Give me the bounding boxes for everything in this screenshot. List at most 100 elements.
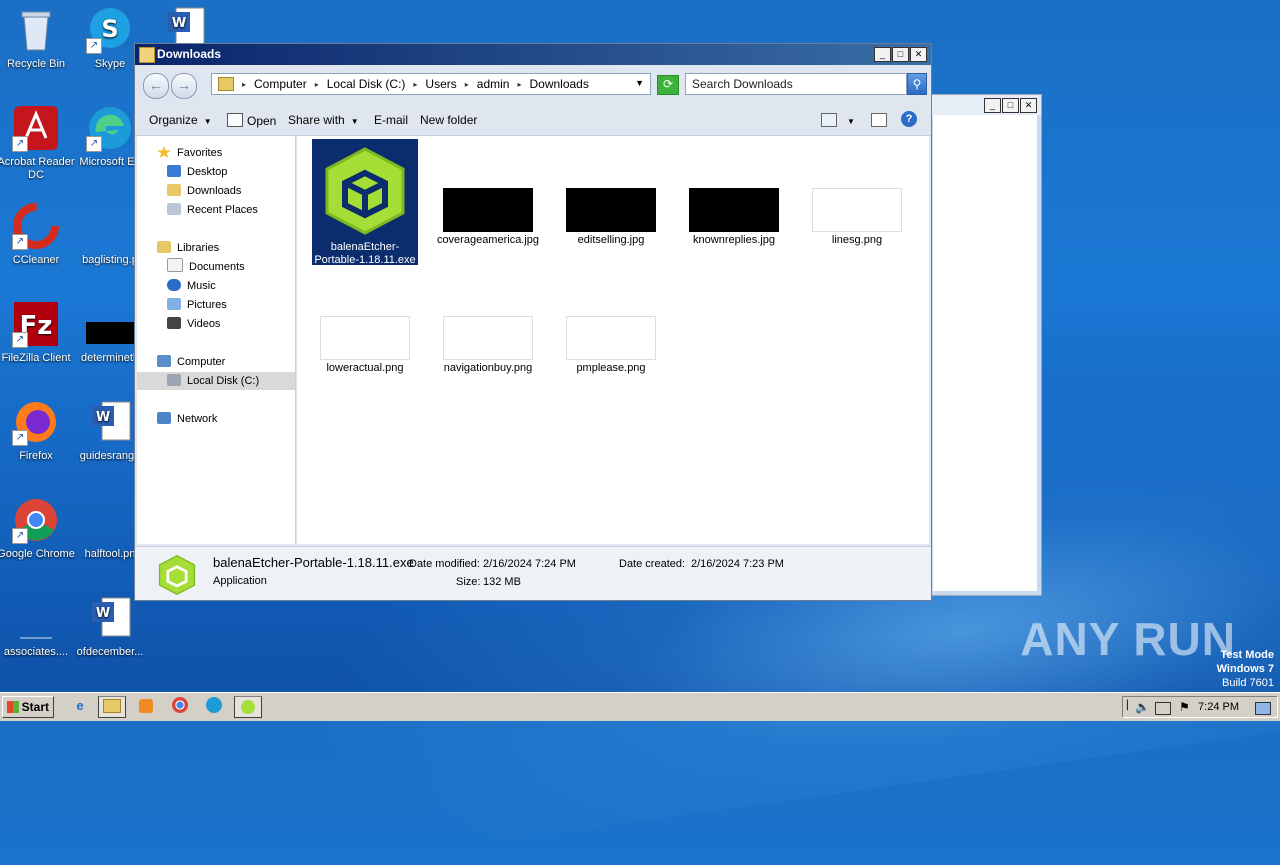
breadcrumb-downloads[interactable]: Downloads bbox=[529, 77, 588, 91]
start-button[interactable]: Start bbox=[2, 696, 54, 718]
nav-label: Videos bbox=[187, 318, 221, 330]
desktop-icon-file[interactable]: associates.... bbox=[0, 594, 76, 659]
file-item[interactable]: editselling.jpg bbox=[558, 188, 664, 247]
organize-label: Organize bbox=[149, 113, 198, 127]
file-item[interactable]: loweractual.png bbox=[312, 316, 418, 375]
file-item[interactable]: linesg.png bbox=[804, 188, 910, 247]
preview-pane-icon[interactable] bbox=[871, 113, 887, 127]
minimize-button[interactable]: _ bbox=[984, 98, 1001, 113]
close-button[interactable]: ✕ bbox=[910, 47, 927, 62]
nav-label: Computer bbox=[177, 356, 226, 368]
email-button[interactable]: E-mail bbox=[374, 113, 408, 127]
breadcrumb-local-disk[interactable]: Local Disk (C:) bbox=[327, 77, 406, 91]
play-icon bbox=[139, 699, 153, 713]
open-label: Open bbox=[247, 114, 277, 128]
desktop-icon-label: ofdecember... bbox=[76, 646, 144, 658]
media-player-icon[interactable] bbox=[132, 696, 160, 718]
file-list: balenaEtcher-Portable-1.18.11.exe covera… bbox=[297, 136, 929, 544]
nav-libraries[interactable]: Libraries bbox=[157, 239, 315, 257]
image-thumbnail bbox=[689, 188, 779, 232]
details-date-created: 2/16/2024 7:23 PM bbox=[691, 558, 784, 570]
maximize-button[interactable]: □ bbox=[892, 47, 909, 62]
file-item[interactable]: balenaEtcher-Portable-1.18.11.exe bbox=[312, 139, 418, 266]
view-options-button[interactable]: ▼ bbox=[847, 113, 855, 127]
chevron-right-icon: ▸ bbox=[517, 79, 522, 89]
chevron-down-icon: ▼ bbox=[847, 117, 855, 126]
email-label: E-mail bbox=[374, 113, 409, 127]
expand-tray-icon[interactable]: ▏ bbox=[1127, 700, 1134, 711]
breadcrumb-admin[interactable]: admin bbox=[477, 77, 510, 91]
breadcrumb-users[interactable]: Users bbox=[425, 77, 456, 91]
desktop-icon-recycle-bin[interactable]: Recycle Bin bbox=[0, 6, 76, 71]
file-name: navigationbuy.png bbox=[443, 362, 533, 374]
nav-label: Desktop bbox=[187, 166, 228, 178]
organize-button[interactable]: Organize ▼ bbox=[149, 113, 212, 127]
search-icon[interactable]: ⚲ bbox=[907, 73, 927, 95]
image-thumbnail bbox=[566, 188, 656, 232]
anyrun-watermark: ANY RUN bbox=[1020, 613, 1236, 665]
nav-local-disk[interactable]: Local Disk (C:) bbox=[137, 372, 295, 390]
system-tray: ▏ 🔈 ⚑ 7:24 PM bbox=[1122, 696, 1278, 718]
show-desktop-icon[interactable] bbox=[1255, 702, 1271, 715]
action-center-flag-icon[interactable]: ⚑ bbox=[1179, 700, 1190, 714]
nav-favorites[interactable]: Favorites bbox=[157, 144, 315, 162]
desktop-icon-filezilla[interactable]: Fz ↗ FileZilla Client bbox=[0, 300, 76, 365]
chrome-icon bbox=[172, 697, 188, 713]
change-view-icon[interactable] bbox=[821, 113, 837, 127]
computer-icon bbox=[157, 355, 171, 367]
desktop-icon-firefox[interactable]: ↗ Firefox bbox=[0, 398, 76, 463]
desktop-icon bbox=[167, 165, 181, 177]
balena-etcher-taskbar-icon[interactable] bbox=[234, 696, 262, 718]
maximize-button[interactable]: □ bbox=[1002, 98, 1019, 113]
nav-network[interactable]: Network bbox=[157, 410, 315, 428]
chevron-down-icon[interactable]: ▼ bbox=[635, 78, 644, 88]
edge-taskbar-icon[interactable] bbox=[200, 696, 228, 718]
file-item[interactable]: navigationbuy.png bbox=[435, 316, 541, 375]
breadcrumb-computer[interactable]: Computer bbox=[254, 77, 307, 91]
forward-button[interactable]: → bbox=[171, 73, 197, 99]
folder-icon bbox=[103, 699, 121, 713]
svg-text:W: W bbox=[96, 410, 110, 425]
desktop-icon-ccleaner[interactable]: ↗ CCleaner bbox=[0, 202, 76, 267]
desktop-icon-acrobat[interactable]: ↗ Acrobat Reader DC bbox=[0, 104, 76, 182]
image-file-icon bbox=[86, 300, 134, 348]
address-bar[interactable]: ▸ Computer ▸ Local Disk (C:) ▸ Users ▸ a… bbox=[211, 73, 651, 95]
libraries-icon bbox=[157, 241, 171, 253]
recent-places-icon bbox=[167, 203, 181, 215]
refresh-button[interactable]: ⟳ bbox=[657, 75, 679, 95]
search-input[interactable]: Search Downloads bbox=[685, 73, 907, 95]
firefox-icon: ↗ bbox=[12, 398, 60, 446]
chrome-taskbar-icon[interactable] bbox=[166, 696, 194, 718]
details-type: Application bbox=[213, 575, 267, 587]
nav-label: Music bbox=[187, 280, 216, 292]
desktop-icon-chrome[interactable]: ↗ Google Chrome bbox=[0, 496, 76, 561]
file-item[interactable]: pmplease.png bbox=[558, 316, 664, 375]
desktop-icon-label: associates.... bbox=[3, 646, 69, 658]
network-icon[interactable] bbox=[1155, 702, 1171, 715]
background-window[interactable]: _ □ ✕ bbox=[928, 94, 1042, 596]
file-item[interactable]: knownreplies.jpg bbox=[681, 188, 787, 247]
new-folder-button[interactable]: New folder bbox=[420, 113, 477, 127]
internet-explorer-icon[interactable]: e bbox=[66, 696, 94, 718]
drive-icon bbox=[167, 374, 181, 386]
minimize-button[interactable]: _ bbox=[874, 47, 891, 62]
nav-computer[interactable]: Computer bbox=[157, 353, 315, 371]
open-button[interactable]: Open bbox=[227, 113, 276, 128]
desktop-icon-word-doc[interactable]: W ofdecember... bbox=[70, 594, 150, 659]
close-button[interactable]: ✕ bbox=[1020, 98, 1037, 113]
speaker-icon[interactable]: 🔈 bbox=[1135, 700, 1150, 714]
explorer-window[interactable]: Downloads _ □ ✕ ← → ▸ Computer ▸ Local D… bbox=[134, 43, 932, 601]
file-item[interactable]: coverageamerica.jpg bbox=[435, 188, 541, 247]
details-date-modified: 2/16/2024 7:24 PM bbox=[483, 558, 576, 570]
window-titlebar[interactable]: Downloads _ □ ✕ bbox=[135, 44, 931, 65]
skype-icon: S ↗ bbox=[86, 6, 134, 54]
help-icon[interactable]: ? bbox=[901, 111, 917, 127]
open-icon bbox=[227, 113, 243, 127]
explorer-taskbar-icon[interactable] bbox=[98, 696, 126, 718]
back-button[interactable]: ← bbox=[143, 73, 169, 99]
clock[interactable]: 7:24 PM bbox=[1198, 701, 1239, 713]
nav-label: Favorites bbox=[177, 147, 223, 159]
word-document-icon: W bbox=[86, 594, 134, 642]
file-icon bbox=[12, 594, 60, 642]
share-with-button[interactable]: Share with ▼ bbox=[288, 113, 359, 127]
